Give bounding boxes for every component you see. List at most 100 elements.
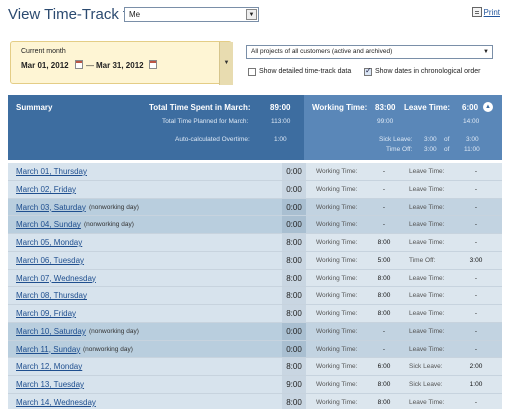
date-to[interactable]: Mar 31, 2012: [96, 61, 144, 70]
leave-time-label: Leave Time:: [409, 221, 445, 229]
nonworking-note: (nonworking day): [84, 221, 134, 229]
leave-time-value: 3:00: [469, 256, 483, 264]
day-total: 8:00: [286, 273, 302, 283]
show-details-checkbox[interactable]: [248, 68, 256, 76]
working-time-label: Working Time:: [316, 185, 358, 193]
working-time-label: Working Time:: [316, 256, 358, 264]
day-link[interactable]: March 10, Saturday: [16, 327, 86, 336]
leave-time-label: Leave Time:: [409, 168, 445, 175]
user-select[interactable]: Me ▼: [124, 7, 259, 22]
table-row: March 01, Thursday 0:00 Working Time: - Leav…: [8, 163, 502, 181]
planned-value: 113:00: [271, 118, 291, 125]
chevron-down-icon[interactable]: ▼: [219, 42, 233, 85]
period-label: Current month: [21, 48, 66, 55]
working-time-value: -: [382, 185, 386, 193]
leave-time-value: -: [474, 292, 478, 300]
leave-time-value: -: [474, 203, 478, 211]
day-link[interactable]: March 03, Saturday: [16, 203, 86, 212]
day-total: 8:00: [286, 397, 302, 407]
leave-time-value: -: [474, 239, 478, 246]
nonworking-note: (nonworking day): [89, 203, 139, 211]
table-row: March 07, Wednesday 8:00 Working Time: 8:00…: [8, 269, 502, 288]
day-link[interactable]: March 05, Monday: [16, 238, 82, 247]
working-label: Working Time:: [312, 103, 368, 112]
customer-select[interactable]: All projects of all customers (active an…: [246, 45, 493, 59]
working-time-label: Working Time:: [316, 310, 358, 317]
working-time-label: Working Time:: [316, 168, 358, 175]
date-from[interactable]: Mar 01, 2012: [21, 61, 69, 70]
date-separator: —: [86, 61, 94, 70]
working-time-label: Working Time:: [316, 345, 358, 353]
day-link[interactable]: March 02, Friday: [16, 185, 76, 194]
user-select-value: Me: [129, 10, 141, 19]
show-dates-label: Show dates in chronological order: [375, 68, 481, 75]
print-label: Print: [483, 8, 500, 17]
day-link[interactable]: March 14, Wednesday: [16, 398, 96, 407]
table-row: March 02, Friday 0:00 Working Time: - Leave …: [8, 180, 502, 199]
timeoff-value: 3:00: [424, 146, 437, 153]
sick-value: 3:00: [424, 136, 437, 143]
sick-of: of: [444, 136, 450, 143]
leave-time-value: -: [474, 185, 478, 193]
leave-time-label: Time Off:: [409, 256, 436, 264]
show-details-label: Show detailed time-track data: [259, 68, 352, 75]
leave-time-label: Leave Time:: [409, 310, 445, 317]
working-time-value: 8:00: [377, 381, 391, 388]
leave-value: 6:00: [462, 103, 479, 112]
leave-planned: 14:00: [463, 118, 480, 125]
day-total: 8:00: [286, 291, 302, 301]
working-time-value: 8:00: [377, 310, 391, 317]
leave-time-value: -: [474, 168, 478, 175]
working-planned: 99:00: [377, 118, 394, 125]
calendar-icon[interactable]: [149, 60, 157, 69]
show-dates-checkbox[interactable]: [364, 66, 372, 76]
working-time-label: Working Time:: [316, 203, 358, 211]
overtime-label: Auto-calculated Overtime:: [175, 136, 250, 143]
working-time-label: Working Time:: [316, 363, 358, 371]
day-total: 0:00: [286, 326, 302, 336]
table-row: March 03, Saturday (nonworking day) 0:00 Wo…: [8, 198, 502, 217]
working-time-label: Working Time:: [316, 327, 358, 335]
day-link[interactable]: March 07, Wednesday: [16, 274, 96, 283]
day-link[interactable]: March 13, Tuesday: [16, 380, 84, 389]
day-link[interactable]: March 11, Sunday: [16, 345, 80, 354]
sick-total: 3:00: [466, 136, 479, 143]
leave-time-label: Leave Time:: [409, 185, 445, 193]
leave-time-label: Sick Leave:: [409, 363, 443, 371]
filter-bar: Current month Mar 01, 2012 — Mar 31, 201…: [10, 41, 500, 85]
day-link[interactable]: March 01, Thursday: [16, 167, 87, 176]
print-link[interactable]: Print: [471, 7, 500, 17]
summary-panel: Summary Total Time Spent in March: 89:00…: [8, 95, 502, 160]
working-time-value: -: [382, 345, 386, 353]
timeoff-label: Time Off:: [386, 146, 413, 153]
nonworking-note: (nonworking day): [89, 327, 139, 335]
day-link[interactable]: March 06, Tuesday: [16, 256, 84, 265]
day-total: 8:00: [286, 238, 302, 247]
day-total: 0:00: [286, 202, 302, 212]
table-row: March 04, Sunday (nonworking day) 0:00 Work…: [8, 216, 502, 234]
working-time-value: -: [382, 168, 386, 175]
timeoff-of: of: [444, 146, 450, 153]
leave-time-label: Leave Time:: [409, 345, 445, 353]
leave-time-value: 1:00: [469, 381, 483, 388]
total-spent-label: Total Time Spent in March:: [149, 103, 251, 112]
sick-label: Sick Leave:: [379, 136, 413, 143]
working-time-label: Working Time:: [316, 221, 358, 229]
period-selector[interactable]: Current month Mar 01, 2012 — Mar 31, 201…: [10, 41, 233, 85]
table-row: March 12, Monday 8:00 Working Time: 6:00 Sic…: [8, 358, 502, 376]
day-link[interactable]: March 09, Friday: [16, 309, 76, 318]
calendar-icon[interactable]: [75, 60, 83, 69]
day-link[interactable]: March 08, Thursday: [16, 291, 87, 300]
working-time-label: Working Time:: [316, 292, 358, 300]
table-row: March 11, Sunday (nonworking day) 0:00 Work…: [8, 340, 502, 359]
table-row: March 08, Thursday 8:00 Working Time: 8:00 L…: [8, 287, 502, 305]
day-total: 0:00: [286, 167, 302, 176]
working-time-value: 8:00: [377, 239, 391, 246]
day-total: 0:00: [286, 344, 302, 354]
table-row: March 09, Friday 8:00 Working Time: 8:00 Lea…: [8, 305, 502, 323]
collapse-icon[interactable]: ▲: [483, 102, 493, 112]
day-link[interactable]: March 12, Monday: [16, 362, 82, 371]
day-link[interactable]: March 04, Sunday: [16, 220, 81, 229]
day-total: 9:00: [286, 380, 302, 389]
working-time-label: Working Time:: [316, 381, 358, 388]
